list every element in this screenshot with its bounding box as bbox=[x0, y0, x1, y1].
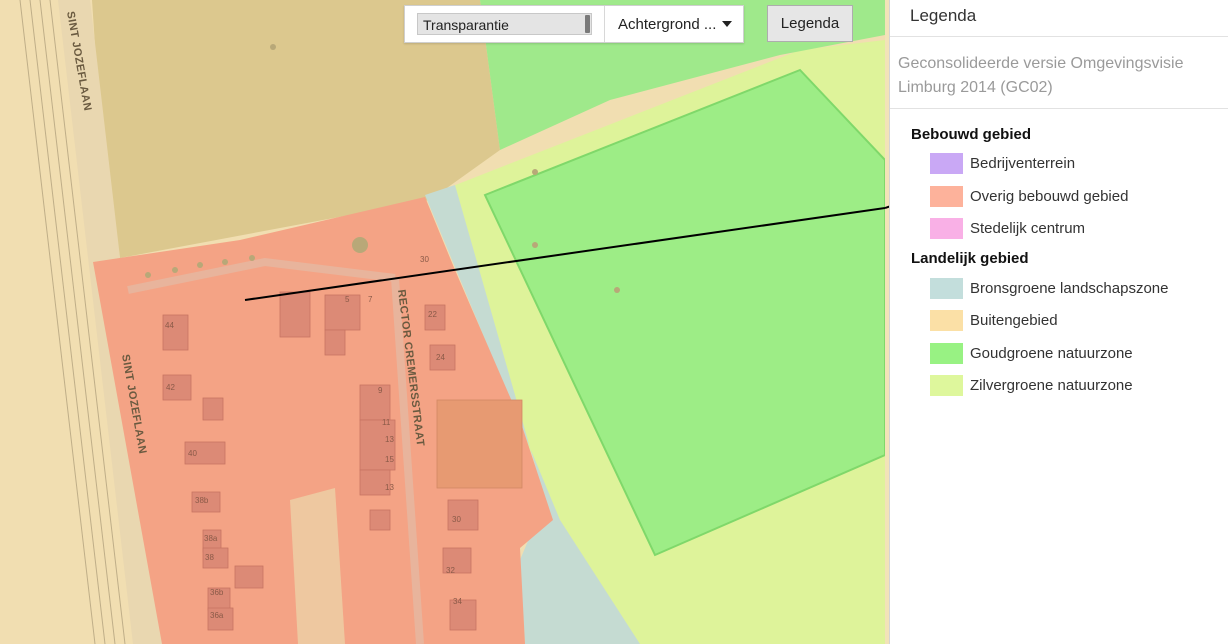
house-number: 40 bbox=[188, 449, 197, 458]
legend-item-goudgroene-natuurzone: Goudgroene natuurzone bbox=[930, 341, 1133, 365]
house-number: 9 bbox=[378, 386, 383, 395]
map-canvas[interactable]: SINT JOZEFLAAN SINT JOZEFLAAN RECTOR CRE… bbox=[0, 0, 885, 644]
house-number: 38b bbox=[195, 496, 209, 505]
house-number: 38a bbox=[204, 534, 218, 543]
legend-swatch bbox=[930, 185, 963, 207]
background-dropdown-label: Achtergrond ... bbox=[618, 15, 717, 33]
legend-item-label: Stedelijk centrum bbox=[970, 219, 1086, 237]
legend-group-title: Bebouwd gebied bbox=[911, 126, 1031, 143]
map-toolbar: Transparantie Achtergrond ... bbox=[404, 5, 744, 43]
caret-down-icon bbox=[722, 21, 733, 27]
house-number: 34 bbox=[453, 597, 462, 606]
transparency-slider[interactable]: Transparantie bbox=[417, 13, 592, 35]
house-number: 13 bbox=[385, 435, 394, 444]
legend-swatch bbox=[930, 277, 963, 299]
legend-item-bronsgroene-landschapszone: Bronsgroene landschapszone bbox=[930, 276, 1168, 300]
background-dropdown[interactable]: Achtergrond ... bbox=[605, 6, 743, 42]
legend-swatch bbox=[930, 374, 963, 396]
legend-item-label: Overig bebouwd gebied bbox=[970, 187, 1129, 205]
house-number: 13 bbox=[385, 483, 394, 492]
legend-item-bedrijventerrein: Bedrijventerrein bbox=[930, 151, 1075, 175]
legend-item-zilvergroene-natuurzone: Zilvergroene natuurzone bbox=[930, 373, 1133, 397]
house-number: 5 bbox=[345, 295, 350, 304]
transparency-label: Transparantie bbox=[423, 17, 509, 33]
legend-swatch bbox=[930, 217, 963, 239]
legend-swatch bbox=[930, 342, 963, 364]
legend-item-overig-bebouwd-gebied: Overig bebouwd gebied bbox=[930, 184, 1128, 208]
divider bbox=[890, 36, 1228, 37]
house-number: 7 bbox=[368, 295, 373, 304]
legend-subtitle: Geconsolideerde versie Omgevingsvisie Li… bbox=[898, 55, 1184, 96]
transparency-control: Transparantie bbox=[405, 6, 605, 42]
legend-item-label: Zilvergroene natuurzone bbox=[970, 376, 1133, 394]
legend-item-label: Buitengebied bbox=[970, 311, 1058, 329]
legend-item-label: Bronsgroene landschapszone bbox=[970, 279, 1169, 297]
house-number: 24 bbox=[436, 353, 445, 362]
legend-title: Legenda bbox=[910, 6, 977, 25]
legend-group-title: Landelijk gebied bbox=[911, 250, 1029, 267]
house-number: 44 bbox=[165, 321, 174, 330]
house-number: 36b bbox=[210, 588, 224, 597]
divider bbox=[890, 108, 1228, 109]
legend-item-label: Bedrijventerrein bbox=[970, 154, 1076, 172]
house-number: 22 bbox=[428, 310, 437, 319]
legend-item-label: Goudgroene natuurzone bbox=[970, 344, 1133, 362]
legend-item-buitengebied: Buitengebied bbox=[930, 308, 1058, 332]
house-number: 30 bbox=[420, 255, 429, 264]
house-number: 42 bbox=[166, 383, 175, 392]
legend-button[interactable]: Legenda bbox=[767, 5, 853, 42]
house-number: 30 bbox=[452, 515, 461, 524]
house-number: 32 bbox=[446, 566, 455, 575]
legend-item-stedelijk-centrum: Stedelijk centrum bbox=[930, 216, 1085, 240]
legend-panel: Legenda Geconsolideerde versie Omgevings… bbox=[889, 0, 1228, 644]
legend-swatch bbox=[930, 309, 963, 331]
house-number: 36a bbox=[210, 611, 224, 620]
legend-swatch bbox=[930, 152, 963, 174]
house-number: 11 bbox=[382, 418, 391, 427]
house-number: 38 bbox=[205, 553, 214, 562]
transparency-slider-handle[interactable] bbox=[585, 15, 590, 33]
house-number: 15 bbox=[385, 455, 394, 464]
